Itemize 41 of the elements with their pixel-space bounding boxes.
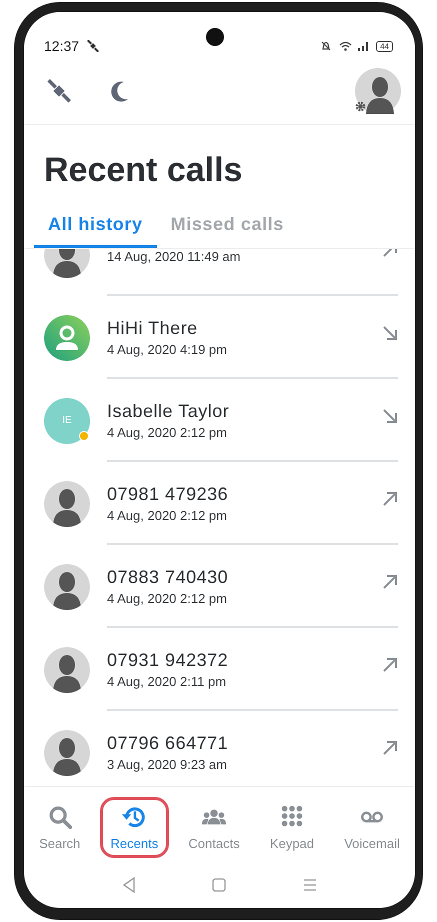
caller-name: 07981 479236 (107, 484, 230, 505)
satellite-icon[interactable] (46, 78, 72, 104)
caller-name: Isabelle Taylor (107, 401, 230, 422)
satellite-icon (87, 40, 100, 52)
call-row[interactable]: IE Isabelle Taylor 4 Aug, 2020 2:12 pm (24, 379, 415, 462)
battery-level: 44 (376, 40, 393, 52)
call-date: 4 Aug, 2020 2:11 pm (107, 674, 228, 689)
call-row[interactable]: 07981 479236 4 Aug, 2020 2:12 pm (24, 462, 415, 545)
gear-icon[interactable] (355, 101, 366, 112)
call-date: 3 Aug, 2020 9:23 am (107, 757, 228, 772)
caller-name: 07796 664771 (107, 733, 230, 754)
wifi-icon (339, 41, 352, 51)
call-date: 4 Aug, 2020 2:12 pm (107, 591, 228, 606)
call-date: 4 Aug, 2020 2:12 pm (107, 508, 228, 523)
contact-avatar-icon (44, 314, 90, 360)
page-title: Recent calls (44, 151, 244, 190)
caller-name: 07883 740430 (107, 567, 230, 588)
search-icon (46, 804, 73, 830)
call-date: 4 Aug, 2020 2:12 pm (107, 425, 228, 440)
home-icon[interactable] (212, 878, 226, 892)
avatar-silhouette-icon (44, 646, 90, 692)
profile-avatar[interactable] (355, 68, 401, 114)
call-row[interactable]: 07931 942372 4 Aug, 2020 2:11 pm (24, 628, 415, 711)
menu-icon[interactable] (302, 879, 317, 891)
avatar-silhouette-icon (44, 564, 90, 610)
caller-name: 07931 942372 (107, 650, 230, 671)
back-icon[interactable] (122, 877, 136, 893)
call-row[interactable]: 14 Aug, 2020 11:49 am (24, 249, 415, 296)
avatar-silhouette-icon (44, 480, 90, 526)
status-time: 12:37 (44, 38, 80, 54)
initials-avatar: IE (44, 398, 90, 444)
call-row[interactable]: HiHi There 4 Aug, 2020 4:19 pm (24, 296, 415, 379)
call-date: 4 Aug, 2020 4:19 pm (107, 342, 228, 357)
avatar-silhouette-icon (44, 730, 90, 776)
call-date: 14 Aug, 2020 11:49 am (107, 249, 242, 264)
camera-hole (206, 28, 224, 46)
moon-icon[interactable] (110, 80, 130, 102)
nav-tab[interactable]: Recents (100, 797, 170, 858)
caller-name: HiHi There (107, 318, 199, 339)
signal-icon (358, 41, 370, 51)
call-row[interactable]: 07883 740430 4 Aug, 2020 2:12 pm (24, 545, 415, 628)
